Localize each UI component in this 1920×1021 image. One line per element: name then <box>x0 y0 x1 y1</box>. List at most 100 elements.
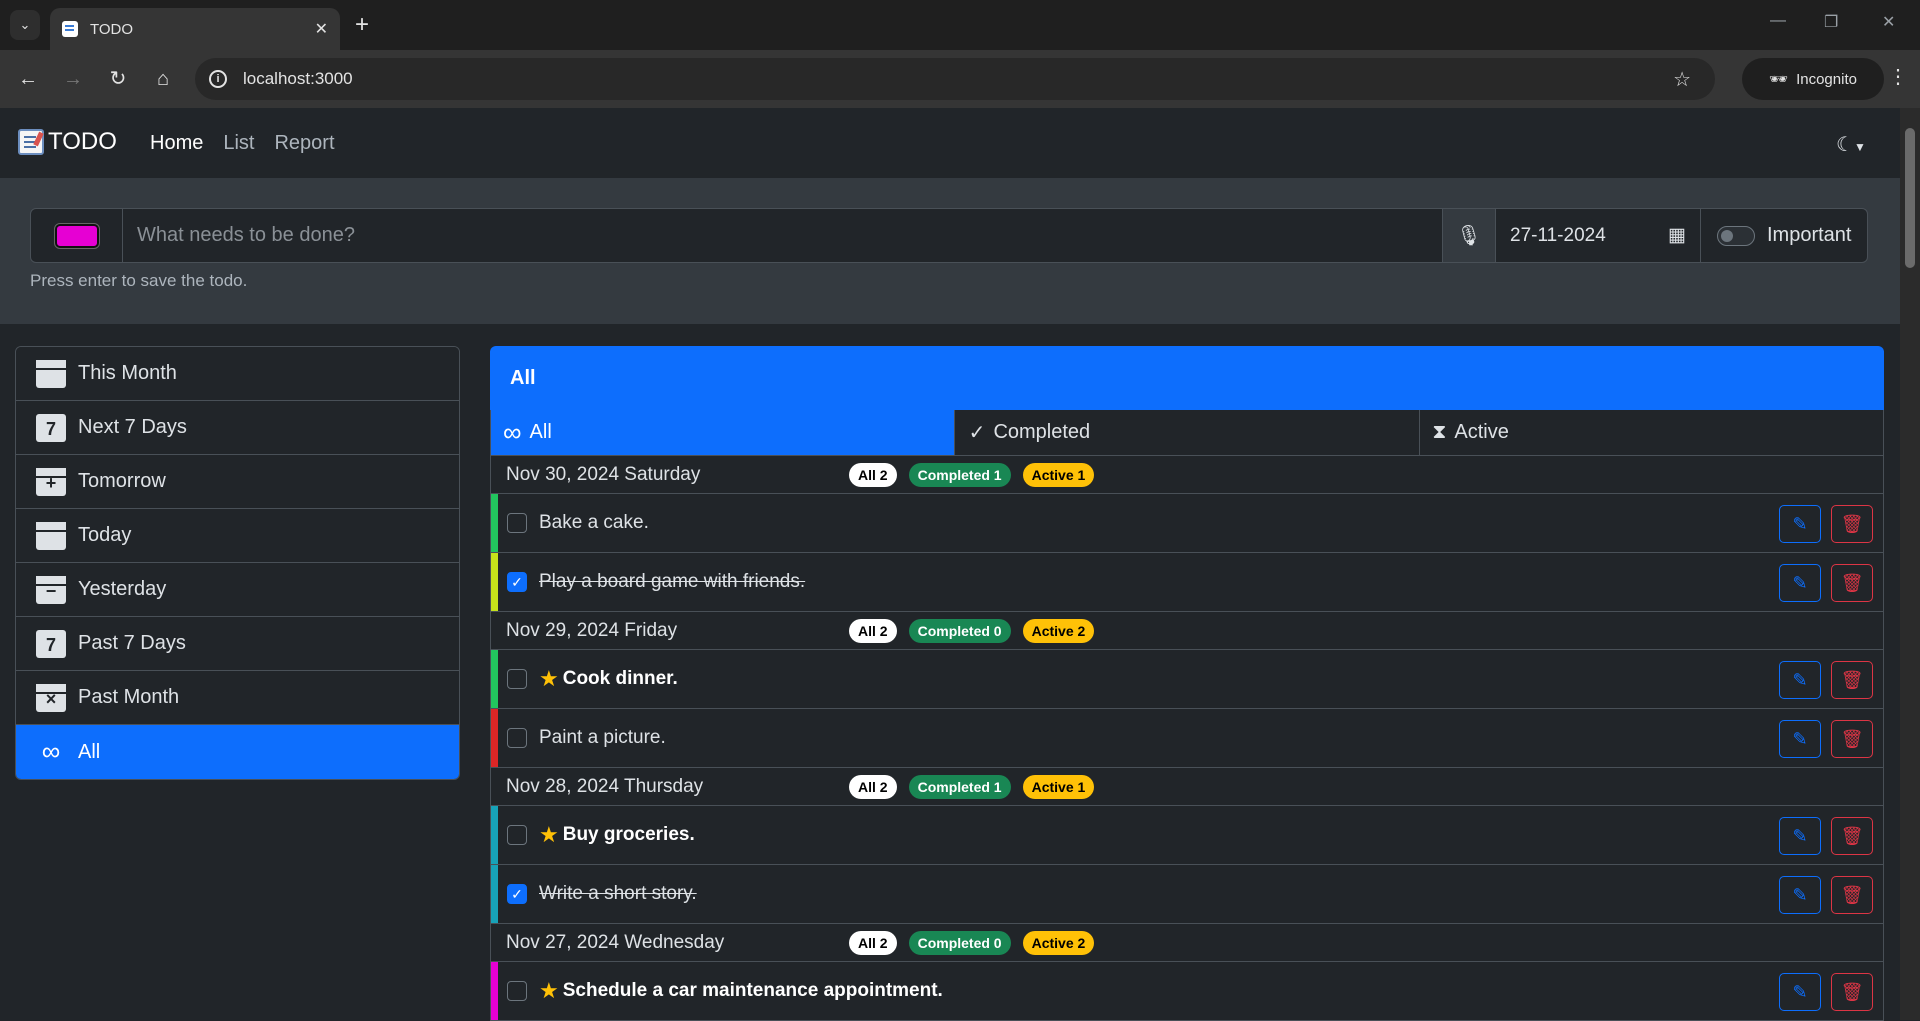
important-toggle[interactable]: Important <box>1701 209 1867 262</box>
tab-all[interactable]: ∞ All <box>491 410 955 455</box>
back-icon[interactable]: ← <box>15 66 41 92</box>
trash-icon: 🗑 <box>1840 513 1864 534</box>
edit-button[interactable]: ✎ <box>1779 505 1821 543</box>
date-filter-sidebar: This Month 7 Next 7 Days + Tomorrow Today − Yes… <box>15 346 460 780</box>
nav-list[interactable]: List <box>223 132 254 155</box>
address-bar[interactable]: i localhost:3000 ☆ <box>195 58 1715 100</box>
todo-input-section: What needs to be done? 🎙 27-11-2024 ▦ Im… <box>0 178 1900 324</box>
todo-text-input[interactable]: What needs to be done? <box>123 209 1443 262</box>
todo-checkbox[interactable] <box>507 981 527 1001</box>
page-scrollbar[interactable] <box>1900 108 1920 1020</box>
todo-checkbox[interactable]: ✓ <box>507 884 527 904</box>
color-picker[interactable] <box>31 209 123 262</box>
date-input[interactable]: 27-11-2024 ▦ <box>1495 209 1701 262</box>
edit-button[interactable]: ✎ <box>1779 720 1821 758</box>
calendar-icon[interactable]: ▦ <box>1668 224 1686 247</box>
todo-color-bar <box>491 865 498 923</box>
sidebar-item-next-7-days[interactable]: 7 Next 7 Days <box>16 401 459 455</box>
chevron-down-icon: ▼ <box>1853 140 1866 154</box>
sidebar-item-today[interactable]: Today <box>16 509 459 563</box>
sidebar-item-tomorrow[interactable]: + Tomorrow <box>16 455 459 509</box>
todo-item: Paint a picture. ✎ 🗑 <box>491 709 1883 768</box>
delete-button[interactable]: 🗑 <box>1831 817 1873 855</box>
pencil-icon: ✎ <box>1792 884 1808 905</box>
incognito-badge[interactable]: 🕶 Incognito <box>1742 58 1884 100</box>
forward-icon[interactable]: → <box>60 66 86 92</box>
todo-color-bar <box>491 553 498 611</box>
todo-checkbox[interactable] <box>507 728 527 748</box>
bookmark-star-icon[interactable]: ☆ <box>1673 67 1691 92</box>
todo-text: Paint a picture. <box>539 727 666 748</box>
trash-icon: 🗑 <box>1840 825 1864 846</box>
todo-input-group: What needs to be done? 🎙 27-11-2024 ▦ Im… <box>30 208 1868 263</box>
delete-button[interactable]: 🗑 <box>1831 661 1873 699</box>
todo-text: Play a board game with friends. <box>539 571 806 592</box>
new-tab-button[interactable]: + <box>355 12 369 38</box>
tab-completed[interactable]: ✓ Completed <box>955 410 1421 455</box>
edit-button[interactable]: ✎ <box>1779 817 1821 855</box>
tab-active[interactable]: ⧗ Active <box>1420 410 1883 455</box>
browser-menu-icon[interactable]: ⋮ <box>1888 64 1908 89</box>
scrollbar-thumb[interactable] <box>1905 128 1915 268</box>
sidebar-item-label: Yesterday <box>78 578 167 600</box>
todo-text: Cook dinner. <box>562 668 678 689</box>
calendar-plus-icon: + <box>36 467 66 496</box>
nav-links: Home List Report <box>150 132 335 155</box>
group-date: Nov 28, 2024 Thursday <box>506 775 704 797</box>
edit-button[interactable]: ✎ <box>1779 564 1821 602</box>
date-group-header: Nov 29, 2024 Friday All 2 Completed 0 Activ… <box>491 612 1883 650</box>
all-count-badge: All 2 <box>849 462 897 487</box>
sidebar-item-yesterday[interactable]: − Yesterday <box>16 563 459 617</box>
edit-button[interactable]: ✎ <box>1779 661 1821 699</box>
sidebar-item-past-month[interactable]: × Past Month <box>16 671 459 725</box>
nav-report[interactable]: Report <box>274 132 334 155</box>
sidebar-item-label: All <box>78 740 101 763</box>
todo-text: Write a short story. <box>539 883 697 904</box>
delete-button[interactable]: 🗑 <box>1831 876 1873 914</box>
status-tabs: ∞ All ✓ Completed ⧗ Active <box>490 410 1884 456</box>
tab-title: TODO <box>90 20 134 38</box>
sidebar-item-label: Past 7 Days <box>78 632 186 654</box>
delete-button[interactable]: 🗑 <box>1831 720 1873 758</box>
pencil-icon: ✎ <box>1792 981 1808 1002</box>
incognito-label: Incognito <box>1796 70 1857 88</box>
microphone-icon[interactable]: 🎙 <box>1443 209 1495 262</box>
site-info-icon[interactable]: i <box>209 70 227 88</box>
delete-button[interactable]: 🗑 <box>1831 505 1873 543</box>
minimize-icon[interactable]: — <box>1770 12 1786 30</box>
todo-logo-icon <box>18 129 44 155</box>
tab-all-label: All <box>529 421 552 443</box>
pencil-icon: ✎ <box>1792 669 1808 690</box>
todo-checkbox[interactable]: ✓ <box>507 572 527 592</box>
todo-checkbox[interactable] <box>507 513 527 533</box>
close-tab-icon[interactable]: ✕ <box>315 19 328 39</box>
window-close-icon[interactable]: ✕ <box>1882 12 1895 32</box>
sidebar-item-this-month[interactable]: This Month <box>16 347 459 401</box>
date-value: 27-11-2024 <box>1510 224 1606 246</box>
tab-search-button[interactable]: ⌄ <box>10 10 40 40</box>
reload-icon[interactable]: ↻ <box>105 66 131 92</box>
todo-checkbox[interactable] <box>507 669 527 689</box>
todo-checkbox[interactable] <box>507 825 527 845</box>
next-seven-icon: 7 <box>36 413 66 442</box>
browser-tabbar: ⌄ TODO ✕ + — ❐ ✕ <box>0 0 1920 50</box>
important-switch[interactable] <box>1717 225 1755 246</box>
todo-color-bar <box>491 494 498 552</box>
delete-button[interactable]: 🗑 <box>1831 973 1873 1011</box>
edit-button[interactable]: ✎ <box>1779 973 1821 1011</box>
todo-text: Bake a cake. <box>539 512 649 533</box>
home-icon[interactable]: ⌂ <box>150 66 176 92</box>
delete-button[interactable]: 🗑 <box>1831 564 1873 602</box>
theme-toggle-button[interactable]: ☾▼ <box>1836 132 1866 157</box>
moon-icon: ☾ <box>1836 134 1854 156</box>
nav-home[interactable]: Home <box>150 132 203 155</box>
sidebar-item-past-7-days[interactable]: 7 Past 7 Days <box>16 617 459 671</box>
todo-item: ✓ Play a board game with friends. ✎ 🗑 <box>491 553 1883 612</box>
restore-icon[interactable]: ❐ <box>1824 12 1838 32</box>
todo-color-bar <box>491 650 498 708</box>
active-count-badge: Active 1 <box>1022 774 1095 799</box>
brand[interactable]: TODO <box>18 128 117 156</box>
edit-button[interactable]: ✎ <box>1779 876 1821 914</box>
browser-tab[interactable]: TODO ✕ <box>50 8 340 50</box>
sidebar-item-all[interactable]: ∞ All <box>16 725 459 779</box>
